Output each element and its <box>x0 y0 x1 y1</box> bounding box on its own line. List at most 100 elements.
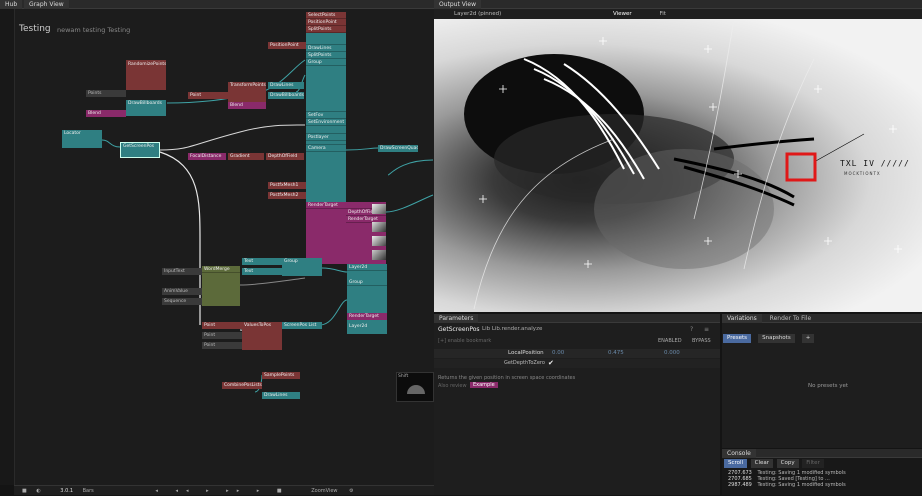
group-label[interactable]: Group <box>306 59 346 66</box>
value-z[interactable]: 0.000 <box>664 350 680 356</box>
layer-out-node[interactable]: RenderTarget <box>347 313 387 320</box>
get-screen-pos-node[interactable]: GetScreenPos <box>120 142 160 158</box>
parameters-tab[interactable]: Parameters <box>434 314 479 323</box>
console-tab[interactable]: Console <box>722 449 756 458</box>
transform-points-node[interactable]: TransformPoints <box>228 82 266 102</box>
param-description: Returns the given position in screen spa… <box>438 375 576 381</box>
bars-label: Bars <box>82 488 94 494</box>
positions-left-node[interactable]: PositionPoint <box>268 42 306 49</box>
param-row-local-position[interactable]: LocalPosition 0.00 0.475 0.000 <box>434 349 720 358</box>
params-header: Parameters <box>434 314 720 323</box>
console-line: 2987.489 Testing: Saving 1 modified symb… <box>728 482 922 488</box>
screen-pos-list-node[interactable]: ScreenPos List <box>282 322 322 329</box>
draw-billboards2-node[interactable]: DrawBillboards <box>268 92 304 99</box>
variations-header: Variations Render To File <box>722 314 922 323</box>
value-x[interactable]: 0.00 <box>552 350 564 356</box>
thumb-icon-2 <box>372 222 386 232</box>
console-panel: Scroll Clear Copy Filter 2707.673 Testin… <box>722 458 922 495</box>
set-fov-node[interactable]: SetFov <box>306 112 346 119</box>
draw-billboards-node[interactable]: DrawBillboards <box>126 100 166 116</box>
no-presets-text: No presets yet <box>808 383 849 389</box>
points-value-node[interactable]: Points <box>86 90 126 97</box>
select-points-node[interactable]: SelectPoints <box>306 12 346 19</box>
render-to-file-tab[interactable]: Render To File <box>770 315 812 322</box>
filter-input[interactable]: Filter <box>802 459 824 468</box>
param-row-depth[interactable]: GetDepthToZero ✔ <box>434 359 720 368</box>
console-header: Console <box>722 449 922 458</box>
bypass-toggle[interactable]: BYPASS <box>692 338 711 344</box>
help-icon[interactable]: ? <box>690 326 693 333</box>
position-point-node[interactable]: PositionPoint <box>306 19 346 26</box>
set-env-node[interactable]: SetEnvironment <box>306 119 346 126</box>
combine-pos-node[interactable]: CombinePosLists <box>222 382 262 389</box>
points-c-node[interactable]: Point <box>202 342 242 349</box>
fit-label[interactable]: Fit <box>659 11 665 17</box>
split-out[interactable]: SplitPoints <box>306 52 346 59</box>
draw-lines-node[interactable]: DrawLines <box>268 82 304 89</box>
variations-tab[interactable]: Variations <box>722 314 762 323</box>
clear-button[interactable]: Clear <box>750 459 774 468</box>
presets-button[interactable]: Presets <box>723 334 752 343</box>
blend-node[interactable]: Blend <box>86 110 126 117</box>
checkmark-icon[interactable]: ✔ <box>548 359 554 367</box>
layer-label[interactable]: Layer2d (pinned) <box>454 11 501 17</box>
layer2d2-node[interactable]: Layer2d <box>347 323 387 330</box>
random-points-node[interactable]: RandomizePoints <box>126 60 166 90</box>
add-variation-button[interactable]: + <box>801 334 815 343</box>
camera-node[interactable]: Camera <box>306 145 346 152</box>
values-to-pos-node[interactable]: ValuesToPos <box>242 322 282 350</box>
version-label: 3.0.1 <box>60 488 74 494</box>
variations-panel: Presets Snapshots + No presets yet <box>722 323 922 448</box>
example-button[interactable]: Example <box>470 382 498 388</box>
bookmark-hint: [+] enable bookmark <box>438 338 492 344</box>
locator-node[interactable]: Locator <box>62 130 102 148</box>
thumb-icon-3 <box>372 236 386 246</box>
layer2d-group-label: Group <box>347 279 387 286</box>
depth-label: GetDepthToZero <box>504 360 545 366</box>
draw-lines2-node[interactable]: DrawLines <box>262 392 300 399</box>
word-merge-node[interactable]: WordMerge <box>202 266 240 306</box>
settings-icon[interactable]: ⚙ <box>349 488 353 494</box>
draw-screen-quad-node[interactable]: DrawScreenQuad <box>378 145 418 152</box>
postlayer-node[interactable]: Postlayer <box>306 134 346 141</box>
menu-icon[interactable]: ≡ <box>704 326 709 333</box>
output-view-tab[interactable]: Output View <box>434 0 481 9</box>
sample-points-node[interactable]: SamplePoints <box>262 372 300 379</box>
viewer-label[interactable]: Viewer <box>613 11 632 17</box>
input-text-node[interactable]: InputText <box>162 268 202 275</box>
transport-controls[interactable]: ◂ ◂◂ ▸ ▸▸ ▸ ■ <box>155 488 289 494</box>
text-node[interactable]: Text <box>242 258 282 265</box>
parameters-panel: GetScreenPos Lib Lib.render.analyze ? ≡ … <box>434 323 720 495</box>
zoom-label: ZoomView <box>311 488 338 494</box>
anim-value-node[interactable]: AnimValue <box>162 288 202 295</box>
zoom-preview-widget[interactable]: Shift <box>396 372 434 402</box>
value-y[interactable]: 0.475 <box>608 350 624 356</box>
thumb-icon-4 <box>372 250 386 260</box>
overlay-title: TXL IV ///// <box>840 159 910 168</box>
sequence-node[interactable]: Sequence <box>162 298 202 305</box>
param-node-name: GetScreenPos <box>438 326 480 333</box>
group2-node[interactable]: Group <box>282 258 322 276</box>
scroll-button[interactable]: Scroll <box>724 459 748 468</box>
focal-distance-node[interactable]: FocalDistance <box>188 153 226 160</box>
points-b-node[interactable]: Point <box>202 332 242 339</box>
gradient-node[interactable]: Gradient <box>228 153 264 160</box>
points-a-node[interactable]: Point <box>202 322 242 329</box>
enabled-toggle[interactable]: ENABLED <box>658 338 682 344</box>
loop-icon[interactable]: ◐ <box>36 488 40 494</box>
draw-lines-out[interactable]: DrawLines <box>306 45 346 52</box>
points-small-node[interactable]: Point <box>188 92 228 99</box>
thumb-icon-1 <box>372 204 386 214</box>
output-preview[interactable]: TXL IV ///// MOCKTIONTX <box>434 19 922 312</box>
text2-node[interactable]: Text <box>242 268 282 275</box>
depth-of-field-mini[interactable]: DepthOfField <box>266 153 304 160</box>
postfx2-node[interactable]: PostfxMesh2 <box>268 192 306 199</box>
console-text: Testing: Saving 1 modified symbols <box>757 482 846 488</box>
split-points-node[interactable]: SplitPoints <box>306 26 346 33</box>
play-icon[interactable]: ■ <box>22 488 27 494</box>
postfx-node[interactable]: PostfxMesh1 <box>268 182 306 189</box>
snapshots-button[interactable]: Snapshots <box>758 334 795 343</box>
copy-button[interactable]: Copy <box>776 459 799 468</box>
param-lib-path: Lib Lib.render.analyze <box>482 326 543 332</box>
blend-small-node[interactable]: Blend <box>228 102 266 109</box>
